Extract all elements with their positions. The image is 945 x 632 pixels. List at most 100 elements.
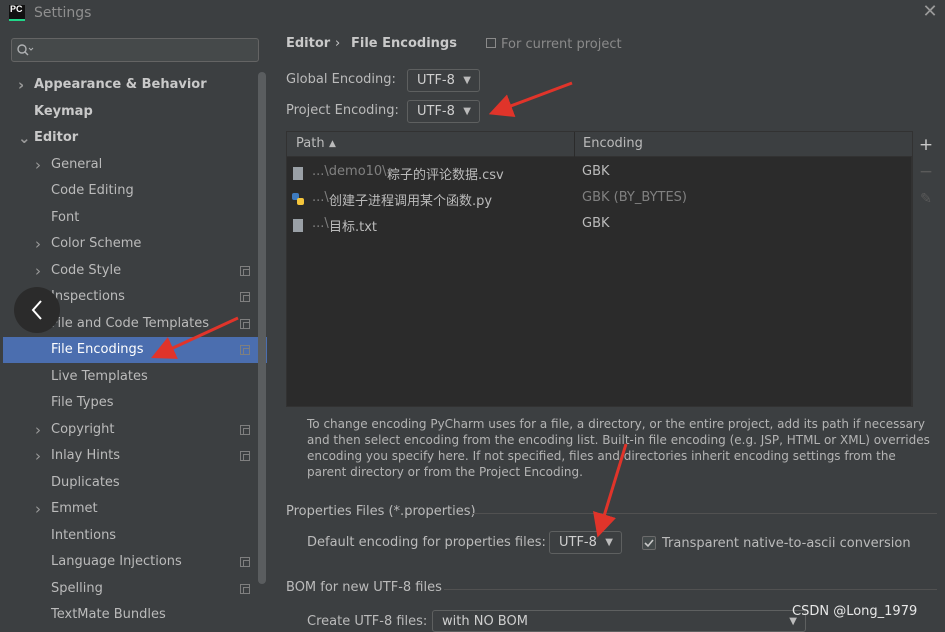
sidebar-item[interactable]: File Types: [0, 390, 256, 416]
checkmark-icon: [644, 539, 654, 548]
sidebar-item-label: TextMate Bundles: [51, 607, 166, 622]
sidebar-scrollbar[interactable]: [258, 72, 266, 584]
sidebar-item[interactable]: Duplicates: [0, 470, 256, 496]
sidebar-item-label: Inspections: [51, 289, 125, 304]
sidebar-item-label: Spelling: [51, 581, 103, 596]
sidebar-item-label: Code Style: [51, 263, 122, 278]
create-utf8-label: Create UTF-8 files:: [307, 614, 428, 629]
settings-search-input[interactable]: [11, 38, 259, 62]
properties-section-title: Properties Files (*.properties): [286, 504, 476, 519]
breadcrumb-separator: ›: [335, 36, 341, 51]
project-scope-icon: [240, 557, 250, 567]
project-scope-icon: [240, 266, 250, 276]
chevron-right-icon[interactable]: ›: [35, 417, 45, 439]
sidebar-item-label: Code Editing: [51, 183, 134, 198]
chevron-right-icon[interactable]: ›: [35, 443, 45, 465]
project-scope-icon: [486, 38, 496, 48]
sidebar-item-label: Font: [51, 210, 80, 225]
file-path-name: 目标.txt: [329, 220, 378, 235]
sidebar-item-label: Copyright: [51, 422, 115, 437]
file-path-prefix: ...\: [312, 216, 329, 231]
chevron-right-icon[interactable]: ›: [35, 496, 45, 518]
file-path-prefix: ...\: [312, 190, 329, 205]
dropdown-arrow-icon: ▼: [463, 106, 471, 117]
project-encoding-select[interactable]: UTF-8 ▼: [407, 100, 480, 123]
sidebar-item[interactable]: Keymap: [0, 99, 256, 125]
sidebar-item-label: General: [51, 157, 103, 172]
sidebar-item-label: File and Code Templates: [51, 316, 209, 331]
properties-encoding-select[interactable]: UTF-8 ▼: [549, 531, 622, 554]
sidebar-item-label: Keymap: [34, 104, 93, 119]
chevron-left-icon: [31, 300, 42, 320]
column-header-encoding[interactable]: Encoding: [583, 136, 643, 151]
global-encoding-label: Global Encoding:: [286, 72, 396, 87]
sidebar-item-label: Inlay Hints: [51, 448, 120, 463]
sidebar-item[interactable]: › Copyright: [0, 417, 256, 443]
text-file-icon: [293, 219, 303, 232]
sidebar-item-label: File Encodings: [51, 342, 144, 357]
sidebar-item[interactable]: › General: [0, 152, 256, 178]
project-encoding-label: Project Encoding:: [286, 103, 399, 118]
add-icon[interactable]: +: [916, 135, 936, 155]
file-encoding-value[interactable]: GBK: [582, 164, 610, 179]
file-encoding-value[interactable]: GBK: [582, 216, 610, 231]
breadcrumb-parent[interactable]: Editor: [286, 36, 330, 51]
chevron-right-icon[interactable]: ›: [35, 152, 45, 174]
global-encoding-value: UTF-8: [417, 73, 455, 88]
sidebar-item[interactable]: › Color Scheme: [0, 231, 256, 257]
sidebar-item[interactable]: › Inlay Hints: [0, 443, 256, 469]
file-path-name: 粽子的评论数据.csv: [387, 168, 504, 183]
project-scope-icon: [240, 425, 250, 435]
sidebar-item[interactable]: Font: [0, 205, 256, 231]
properties-default-label: Default encoding for properties files:: [307, 535, 546, 550]
breadcrumb-current: File Encodings: [351, 36, 457, 51]
native-to-ascii-label[interactable]: Transparent native-to-ascii conversion: [662, 536, 911, 551]
global-encoding-select[interactable]: UTF-8 ▼: [407, 69, 480, 92]
native-to-ascii-checkbox[interactable]: [642, 536, 656, 550]
sidebar-item-label: Intentions: [51, 528, 117, 543]
sidebar-item[interactable]: Intentions: [0, 523, 256, 549]
column-divider[interactable]: [574, 132, 575, 157]
chevron-down-icon[interactable]: ⌄: [18, 125, 31, 147]
project-scope-icon: [240, 451, 250, 461]
sidebar-item-label: Emmet: [51, 501, 98, 516]
sidebar-item-label: Appearance & Behavior: [34, 77, 207, 92]
bom-value: with NO BOM: [442, 614, 528, 629]
dropdown-arrow-icon: ▼: [605, 537, 613, 548]
sidebar-item[interactable]: Live Templates: [0, 364, 256, 390]
search-icon: [17, 44, 34, 56]
csdn-watermark: CSDN @Long_1979: [792, 604, 918, 619]
sidebar-item[interactable]: Code Editing: [0, 178, 256, 204]
file-path-name: 创建子进程调用某个函数.py: [329, 194, 493, 209]
properties-encoding-value: UTF-8: [559, 535, 597, 550]
sidebar-item[interactable]: File Encodings: [3, 337, 267, 363]
separator-line: [472, 513, 937, 514]
project-scope-icon: [240, 345, 250, 355]
bom-select[interactable]: with NO BOM ▼: [432, 610, 806, 632]
edit-icon[interactable]: ✎: [916, 189, 936, 209]
remove-icon[interactable]: −: [916, 162, 936, 182]
project-scope-icon: [240, 584, 250, 594]
sidebar-item-label: File Types: [51, 395, 114, 410]
sidebar-item[interactable]: TextMate Bundles: [0, 602, 256, 628]
sidebar-item[interactable]: › Code Style: [0, 258, 256, 284]
column-header-path[interactable]: Path: [296, 136, 325, 151]
back-button[interactable]: [14, 287, 60, 333]
file-encoding-value[interactable]: GBK (BY_BYTES): [582, 190, 687, 205]
sidebar-item[interactable]: › Emmet: [0, 496, 256, 522]
sidebar-item[interactable]: › Appearance & Behavior: [0, 72, 256, 98]
dropdown-arrow-icon: ▼: [463, 75, 471, 86]
chevron-right-icon[interactable]: ›: [18, 72, 28, 94]
chevron-right-icon[interactable]: ›: [35, 231, 45, 253]
sidebar-item-label: Live Templates: [51, 369, 148, 384]
file-path-prefix: ...\demo10\: [312, 164, 387, 179]
sidebar-item[interactable]: ⌄ Editor: [0, 125, 256, 151]
chevron-right-icon[interactable]: ›: [35, 258, 45, 280]
sidebar-item-label: Editor: [34, 130, 79, 145]
sidebar-item[interactable]: Spelling: [0, 576, 256, 602]
bom-section-title: BOM for new UTF-8 files: [286, 580, 442, 595]
title-bar: [0, 0, 945, 28]
sort-ascending-icon: ▲: [329, 139, 336, 149]
close-icon[interactable]: ✕: [920, 2, 940, 22]
sidebar-item[interactable]: Language Injections: [0, 549, 256, 575]
